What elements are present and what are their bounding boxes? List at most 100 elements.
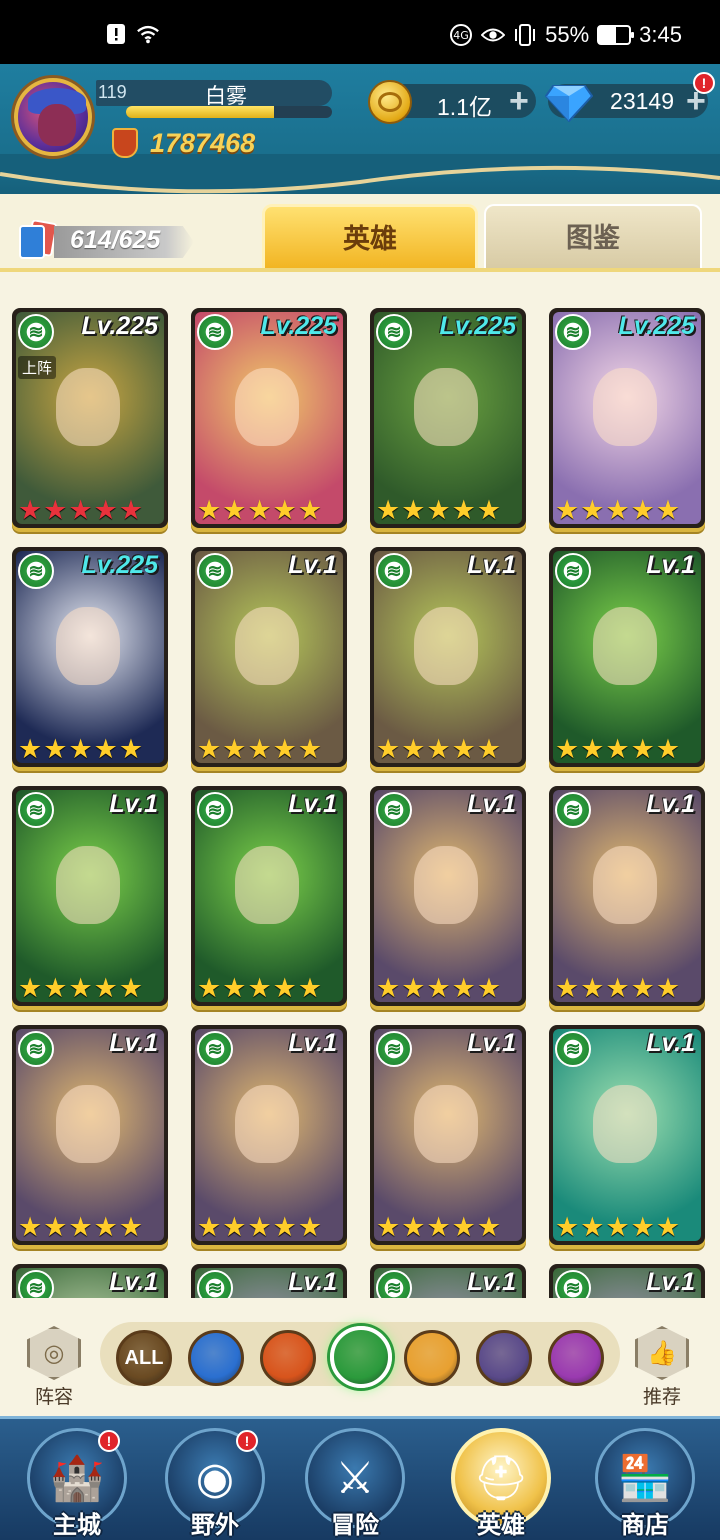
nav-main-city[interactable]: 🏰 主城! bbox=[22, 1428, 132, 1540]
recommend-button[interactable]: 👍 推荐 bbox=[630, 1326, 694, 1408]
hero-card[interactable]: ≋Lv.1★★★★★ bbox=[549, 1264, 705, 1298]
diamond-icon bbox=[545, 85, 593, 122]
star-icon: ★ bbox=[605, 1212, 630, 1242]
star-rating: ★ ★ ★ ★ ★ bbox=[18, 974, 143, 1002]
wind-faction-badge-icon: ≋ bbox=[197, 1270, 233, 1298]
hero-card[interactable]: ≋ Lv.225 ★ ★ ★ ★ ★ bbox=[12, 547, 168, 767]
star-icon: ★ bbox=[580, 734, 605, 764]
star-icon: ★ bbox=[222, 1212, 247, 1242]
all-faction-icon[interactable]: ALL bbox=[116, 1330, 172, 1386]
star-icon: ★ bbox=[476, 973, 502, 1003]
nav-shop[interactable]: 🏪 商店 bbox=[590, 1428, 700, 1540]
star-rating: ★ ★ ★ ★ ★ bbox=[18, 735, 143, 763]
star-icon: ★ bbox=[43, 973, 68, 1003]
star-icon: ★ bbox=[297, 495, 323, 525]
wind-faction-badge-icon: ≋ bbox=[376, 792, 412, 828]
star-icon: ★ bbox=[222, 973, 247, 1003]
wind-faction-badge-icon: ≋ bbox=[376, 553, 412, 589]
star-icon: ★ bbox=[93, 734, 118, 764]
wind-faction-badge-icon: ≋ bbox=[555, 553, 591, 589]
star-icon: ★ bbox=[197, 495, 222, 525]
lineup-shield-icon: ◎ bbox=[27, 1326, 81, 1380]
thumbs-up-icon: 👍 bbox=[635, 1326, 689, 1380]
hero-card[interactable]: ≋Lv.1★★★★★ bbox=[191, 1264, 347, 1298]
wind-faction-badge-icon: ≋ bbox=[197, 553, 233, 589]
lineup-button[interactable]: ◎ 阵容 bbox=[22, 1326, 86, 1408]
star-icon: ★ bbox=[43, 495, 68, 525]
wifi-icon bbox=[136, 22, 160, 46]
arcane-faction-icon[interactable] bbox=[548, 1330, 604, 1386]
star-icon: ★ bbox=[197, 1212, 222, 1242]
wind-faction-badge-icon: ≋ bbox=[197, 314, 233, 350]
hero-card[interactable]: ≋ Lv.225 ★ ★ ★ ★ ★ bbox=[549, 308, 705, 528]
hero-level: Lv.1 bbox=[288, 1268, 337, 1296]
hero-card[interactable]: ≋Lv.1★★★★★ bbox=[549, 1025, 705, 1245]
fire-faction-icon[interactable] bbox=[260, 1330, 316, 1386]
star-icon: ★ bbox=[118, 1212, 144, 1242]
hero-card[interactable]: ≋Lv.1★★★★★ bbox=[370, 1264, 526, 1298]
wind-faction-badge-icon: ≋ bbox=[18, 1270, 54, 1298]
wind-faction-badge-icon: ≋ bbox=[18, 314, 54, 350]
nav-heroes[interactable]: ⛑ 英雄 bbox=[446, 1428, 556, 1540]
star-icon: ★ bbox=[401, 973, 426, 1003]
hero-card[interactable]: ≋Lv.1★★★★★ bbox=[370, 1025, 526, 1245]
hero-level: Lv.1 bbox=[109, 790, 158, 818]
hero-level: Lv.1 bbox=[646, 1029, 695, 1057]
combat-power-icon bbox=[112, 128, 138, 158]
star-icon: ★ bbox=[18, 1212, 43, 1242]
player-avatar[interactable] bbox=[14, 78, 92, 156]
star-icon: ★ bbox=[272, 495, 297, 525]
star-rating: ★ ★ ★ ★ ★ bbox=[376, 974, 501, 1002]
star-icon: ★ bbox=[68, 734, 93, 764]
hero-card[interactable]: ≋Lv.1★★★★★ bbox=[370, 786, 526, 1006]
wind-faction-badge-icon: ≋ bbox=[376, 1270, 412, 1298]
hero-card[interactable]: ≋Lv.1★★★★★ bbox=[191, 547, 347, 767]
hero-card[interactable]: ≋ Lv.1 ★★★★★ bbox=[12, 786, 168, 1006]
wind-faction-badge-icon: ≋ bbox=[18, 792, 54, 828]
hero-level: Lv.1 bbox=[646, 790, 695, 818]
tab-codex[interactable]: 图鉴 bbox=[484, 204, 702, 268]
hero-card[interactable]: ≋ Lv.225 ★ ★ ★ ★ ★ bbox=[191, 308, 347, 528]
star-icon: ★ bbox=[222, 734, 247, 764]
hero-card[interactable]: ≋ Lv.225 上阵 ★ ★ ★ ★ ★ bbox=[12, 308, 168, 528]
dark-faction-icon[interactable] bbox=[476, 1330, 532, 1386]
wind-faction-badge-icon: ≋ bbox=[18, 1031, 54, 1067]
hero-card[interactable]: ≋Lv.1★★★★★ bbox=[549, 786, 705, 1006]
nav-adventure[interactable]: ⚔ 冒险 bbox=[300, 1428, 410, 1540]
hero-card[interactable]: ≋ Lv.225 ★ ★ ★ ★ ★ bbox=[370, 308, 526, 528]
star-icon: ★ bbox=[476, 734, 502, 764]
add-gold-button[interactable]: + bbox=[509, 84, 529, 118]
hero-card[interactable]: ≋Lv.1★★★★★ bbox=[370, 547, 526, 767]
star-icon: ★ bbox=[43, 734, 68, 764]
nav-wild[interactable]: ◉ 野外! bbox=[160, 1428, 270, 1540]
wind-faction-badge-icon: ≋ bbox=[555, 314, 591, 350]
star-rating: ★ ★ ★ ★ ★ bbox=[197, 1213, 322, 1241]
nav-label: 主城 bbox=[53, 1512, 101, 1539]
star-icon: ★ bbox=[118, 495, 144, 525]
star-icon: ★ bbox=[555, 734, 580, 764]
hero-grid-panel: ≋ Lv.225 上阵 ★ ★ ★ ★ ★ ≋ Lv.225 ★ ★ ★ ★ ★ ≋ Lv.225 ★ ★ ★ ★ ★ ≋ L… bbox=[0, 268, 720, 1298]
hero-card[interactable]: ≋Lv.1★★★★★ bbox=[549, 547, 705, 767]
star-icon: ★ bbox=[476, 495, 502, 525]
star-icon: ★ bbox=[555, 1212, 580, 1242]
notification-alert-icon bbox=[104, 22, 128, 46]
hero-cards-icon bbox=[19, 220, 58, 259]
combat-power-value: 1787468 bbox=[150, 128, 256, 158]
hero-card[interactable]: ≋Lv.1★★★★★ bbox=[12, 1264, 168, 1298]
data-saver-icon: 4G bbox=[449, 23, 473, 47]
hero-level: Lv.1 bbox=[646, 1268, 695, 1296]
star-icon: ★ bbox=[426, 1212, 451, 1242]
wind-faction-icon[interactable] bbox=[330, 1326, 392, 1388]
star-rating: ★ ★ ★ ★ ★ bbox=[197, 974, 322, 1002]
water-faction-icon[interactable] bbox=[188, 1330, 244, 1386]
star-icon: ★ bbox=[43, 1212, 68, 1242]
star-icon: ★ bbox=[401, 1212, 426, 1242]
wind-faction-badge-icon: ≋ bbox=[376, 314, 412, 350]
hero-card[interactable]: ≋Lv.1★★★★★ bbox=[191, 786, 347, 1006]
tab-heroes[interactable]: 英雄 bbox=[262, 204, 478, 268]
hero-card[interactable]: ≋Lv.1★★★★★ bbox=[191, 1025, 347, 1245]
star-icon: ★ bbox=[580, 495, 605, 525]
star-icon: ★ bbox=[297, 1212, 323, 1242]
light-faction-icon[interactable] bbox=[404, 1330, 460, 1386]
hero-card[interactable]: ≋Lv.1★★★★★ bbox=[12, 1025, 168, 1245]
